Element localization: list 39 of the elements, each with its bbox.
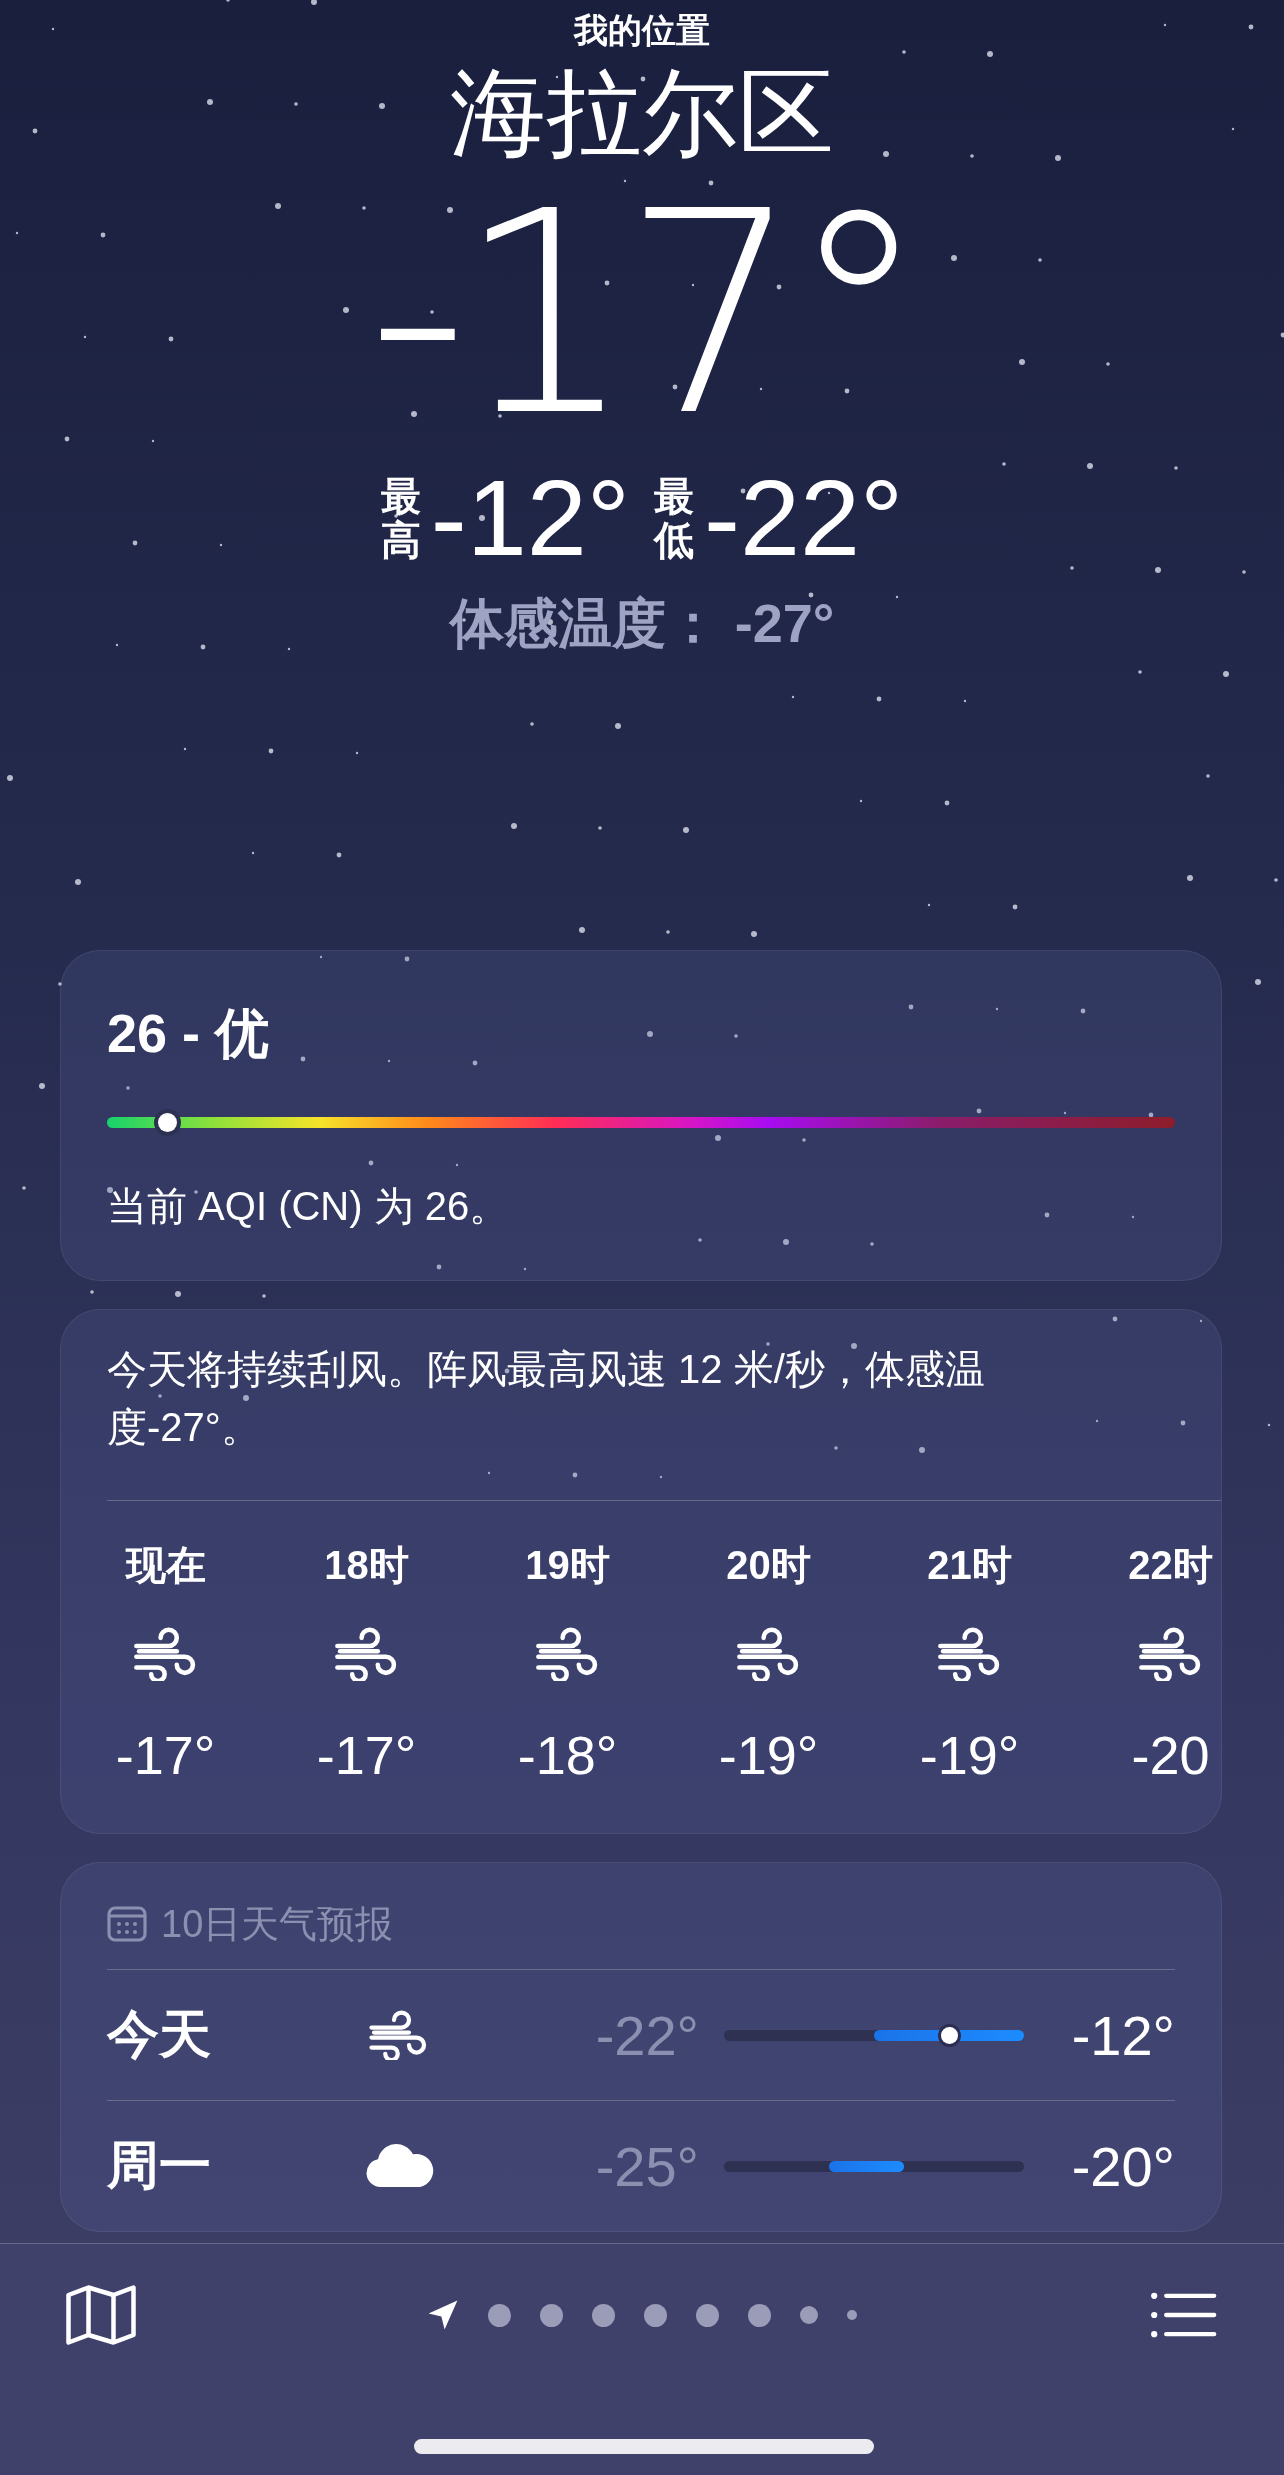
hour-label: 21时	[927, 1542, 1012, 1589]
hour-temperature: -17°	[316, 1724, 417, 1787]
aqi-value: 26 - 优	[107, 1002, 271, 1065]
hour-label: 19时	[525, 1542, 610, 1589]
page-dot[interactable]	[748, 2303, 771, 2327]
page-dot[interactable]	[592, 2303, 615, 2327]
low-temperature: -25°	[594, 2133, 699, 2199]
list-icon[interactable]	[1148, 2291, 1218, 2339]
high-label: 最高	[380, 474, 421, 562]
location-arrow-icon[interactable]	[427, 2299, 459, 2331]
hour-label: 20时	[726, 1542, 811, 1589]
forecast-title: 10日天气预报	[161, 1902, 394, 1947]
day-label: 周一	[107, 2135, 212, 2196]
forecast-summary: 今天将持续刮风。阵风最高风速 12 米/秒，体感温度-27°。	[106, 1346, 986, 1451]
air-quality-card[interactable]: 26 - 优 当前 AQI (CN) 为 26。	[60, 950, 1222, 1281]
low-temperature: -22°	[594, 2002, 699, 2068]
calendar-icon	[107, 1906, 147, 1942]
page-dot[interactable]	[540, 2303, 563, 2327]
low-label: 最低	[654, 474, 694, 562]
hour-label: 18时	[324, 1542, 409, 1589]
feels-like-temperature: 体感温度： -27°	[449, 592, 835, 655]
hour-temperature: -20	[1131, 1724, 1210, 1787]
aqi-description: 当前 AQI (CN) 为 26。	[107, 1183, 511, 1230]
day-label: 今天	[107, 2004, 212, 2065]
page-dot[interactable]	[488, 2303, 511, 2327]
page-dot[interactable]	[847, 2310, 857, 2320]
high-temperature: -20°	[1070, 2133, 1175, 2199]
high-temperature: -12°	[1070, 2002, 1175, 2068]
hour-temperature: -18°	[517, 1724, 618, 1787]
hour-label: 现在	[125, 1542, 206, 1589]
location-label: 我的位置	[574, 10, 710, 51]
page-dot[interactable]	[696, 2303, 719, 2327]
map-icon[interactable]	[66, 2284, 136, 2346]
page-dot[interactable]	[800, 2306, 818, 2324]
page-dot[interactable]	[644, 2303, 667, 2327]
hour-temperature: -17°	[115, 1724, 216, 1787]
hour-temperature: -19°	[718, 1724, 819, 1787]
hour-temperature: -19°	[919, 1724, 1020, 1787]
hour-label: 22时	[1128, 1542, 1213, 1589]
